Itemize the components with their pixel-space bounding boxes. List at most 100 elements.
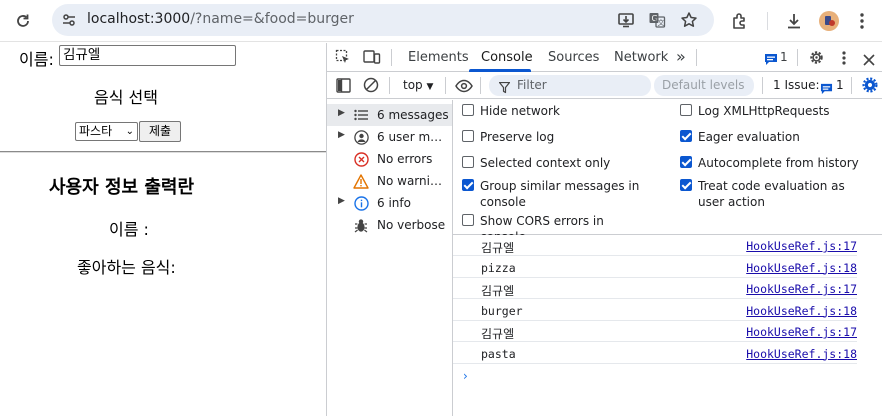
- log-message: pasta: [481, 346, 516, 361]
- sidebar-toggle-icon[interactable]: [336, 78, 351, 97]
- sidebar-item-label: 6 messages: [377, 108, 449, 122]
- svg-text:文: 文: [658, 18, 665, 27]
- log-row: 김규엘 HookUseRef.js:17: [453, 235, 857, 256]
- live-expression-eye-icon[interactable]: [455, 78, 473, 97]
- clear-console-icon[interactable]: [363, 77, 379, 97]
- tab-sources[interactable]: Sources: [548, 50, 599, 65]
- settings-gear-icon[interactable]: [808, 49, 825, 70]
- log-message: 김규엘: [481, 327, 515, 341]
- food-heading: 음식 선택: [94, 88, 158, 107]
- log-levels-dropdown[interactable]: Default levels ▾: [654, 75, 754, 113]
- log-message: burger: [481, 303, 523, 318]
- chrome-menu-icon[interactable]: [851, 10, 873, 32]
- checkbox[interactable]: [462, 156, 474, 168]
- console-messages: › 김규엘 HookUseRef.js:17 pizza HookUseRef.js:…: [453, 235, 882, 416]
- setting-label: Preserve log: [480, 130, 555, 144]
- sidebar-item-label: No warnin…: [377, 174, 449, 188]
- checkbox[interactable]: [462, 130, 474, 142]
- log-row: pasta HookUseRef.js:18: [453, 343, 857, 364]
- inspect-element-icon[interactable]: [335, 49, 351, 69]
- console-settings-gear-icon[interactable]: [862, 77, 878, 97]
- food-select-value: 파스타: [79, 124, 113, 138]
- sidebar-item-label: 6 user me…: [377, 130, 449, 144]
- issues-message-icon: [820, 80, 833, 99]
- sidebar-item[interactable]: No warnin…: [327, 170, 452, 192]
- context-selector[interactable]: top ▼: [403, 78, 433, 92]
- log-message: 김규엘: [481, 241, 515, 255]
- tab-network[interactable]: Network: [614, 50, 668, 65]
- tab-console[interactable]: Console: [481, 50, 533, 65]
- name-output-label: 이름 :: [109, 220, 149, 239]
- divider: [0, 151, 326, 153]
- log-row: 김규엘 HookUseRef.js:17: [453, 321, 857, 342]
- profile-avatar-icon[interactable]: [818, 10, 840, 32]
- sidebar-item[interactable]: No verbose: [327, 214, 452, 236]
- chevron-down-icon: ⌄: [125, 126, 134, 137]
- console-toolbar: top ▼ Filter Default levels ▾ 1 Issue: 1: [327, 72, 882, 113]
- toolbar-separator: [480, 77, 481, 94]
- context-label: top: [403, 78, 423, 92]
- log-source-link[interactable]: HookUseRef.js:17: [746, 239, 857, 253]
- setting-label: Hide network: [480, 104, 560, 118]
- user-icon: [353, 129, 369, 145]
- bookmark-star-icon[interactable]: [678, 9, 700, 31]
- sidebar-item-label: No verbose: [377, 218, 446, 232]
- log-source-link[interactable]: HookUseRef.js:17: [746, 325, 857, 339]
- food-select[interactable]: 파스타 ⌄: [75, 122, 138, 141]
- setting-label: Selected context only: [480, 156, 611, 170]
- toolbar-separator: [389, 77, 390, 94]
- sidebar-item[interactable]: ▶ 6 messages: [327, 104, 452, 126]
- checkbox[interactable]: [680, 104, 692, 116]
- devtools-menu-icon[interactable]: [841, 50, 847, 70]
- devtools-panel: Elements Console Sources Network » 1 top…: [326, 43, 882, 416]
- info-title: 사용자 정보 출력란: [49, 177, 195, 198]
- device-toolbar-icon[interactable]: [363, 49, 381, 69]
- sidebar-item[interactable]: ▶ 6 info: [327, 192, 452, 214]
- warning-icon: [353, 173, 369, 189]
- issues-label[interactable]: 1 Issue:: [773, 78, 820, 92]
- issues-badge-count[interactable]: 1: [780, 50, 788, 64]
- expand-arrow-icon[interactable]: ▶: [338, 130, 345, 140]
- extensions-icon[interactable]: [729, 10, 751, 32]
- setting-label: Autocomplete from history: [698, 156, 859, 170]
- close-devtools-icon[interactable]: [863, 51, 875, 70]
- sidebar-item[interactable]: No errors: [327, 148, 452, 170]
- log-source-link[interactable]: HookUseRef.js:18: [746, 304, 857, 318]
- caret-down-icon: ▼: [426, 82, 434, 92]
- checkbox[interactable]: [462, 104, 474, 116]
- console-prompt-icon[interactable]: ›: [463, 369, 468, 383]
- setting-label: Log XMLHttpRequests: [698, 104, 830, 118]
- expand-arrow-icon[interactable]: ▶: [338, 196, 345, 206]
- checkbox[interactable]: [462, 214, 474, 226]
- url-text: localhost:3000/?name=&food=burger: [87, 11, 354, 27]
- name-input[interactable]: 김규엘: [59, 45, 236, 66]
- bug-icon: [353, 217, 369, 233]
- sidebar-item[interactable]: ▶ 6 user me…: [327, 126, 452, 148]
- checkbox[interactable]: [462, 179, 474, 191]
- checkbox[interactable]: [680, 130, 692, 142]
- tab-elements[interactable]: Elements: [408, 50, 469, 65]
- log-source-link[interactable]: HookUseRef.js:18: [746, 347, 857, 361]
- log-row: 김규엘 HookUseRef.js:17: [453, 278, 857, 299]
- translate-icon[interactable]: G文: [646, 9, 668, 31]
- sidebar-item-label: 6 info: [377, 196, 411, 210]
- checkbox[interactable]: [680, 179, 692, 191]
- log-source-link[interactable]: HookUseRef.js:17: [746, 282, 857, 296]
- toolbar-separator: [762, 77, 763, 94]
- expand-arrow-icon[interactable]: ▶: [338, 108, 345, 118]
- sidebar-item-label: No errors: [377, 152, 433, 166]
- log-source-link[interactable]: HookUseRef.js:18: [746, 261, 857, 275]
- checkbox[interactable]: [680, 156, 692, 168]
- reload-icon[interactable]: [12, 10, 34, 32]
- install-app-icon[interactable]: [615, 9, 637, 31]
- downloads-icon[interactable]: [783, 10, 805, 32]
- submit-button[interactable]: 제출: [139, 121, 181, 142]
- filter-input[interactable]: Filter: [489, 75, 651, 96]
- address-bar[interactable]: localhost:3000/?name=&food=burger G文: [52, 4, 714, 36]
- web-page: 이름: 김규엘 음식 선택 파스타 ⌄ 제출 사용자 정보 출력란 이름 : 좋아…: [0, 43, 326, 416]
- info-icon: [353, 195, 369, 211]
- tab-separator: [696, 49, 697, 66]
- issues-message-icon[interactable]: [764, 51, 778, 70]
- more-tabs-icon[interactable]: »: [676, 47, 686, 66]
- site-info-icon[interactable]: [58, 9, 80, 31]
